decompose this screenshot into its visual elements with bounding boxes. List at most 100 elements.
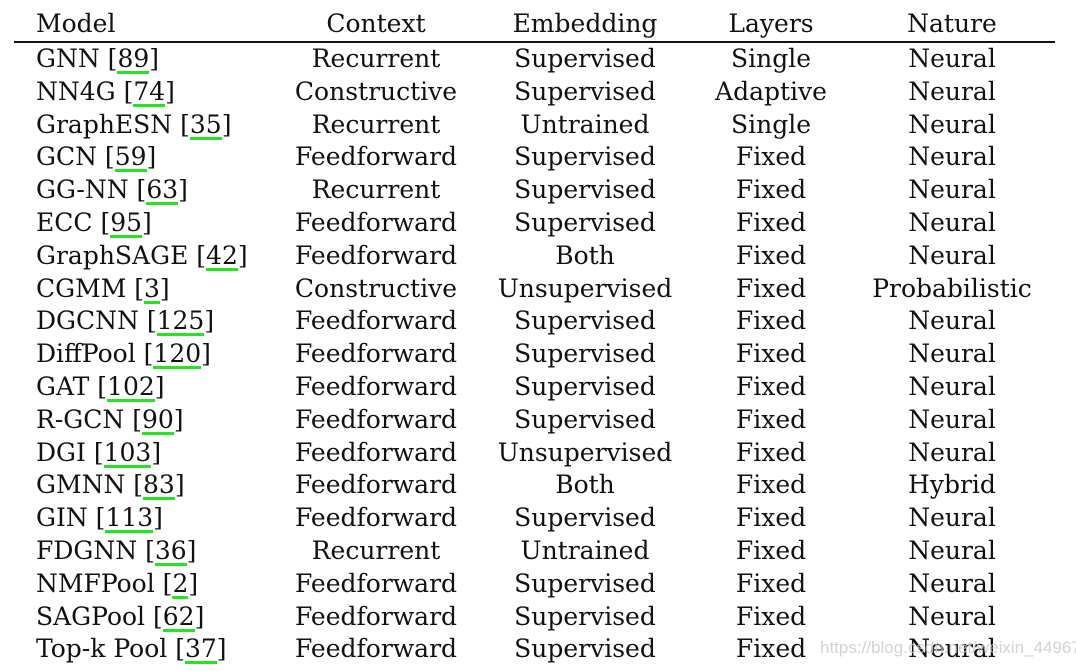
embedding-cell: Supervised	[514, 339, 656, 369]
model-cell: NMFPool [2]	[36, 568, 199, 599]
citation-link[interactable]: 37	[184, 636, 217, 665]
embedding-cell: Untrained	[520, 109, 650, 139]
nature-cell: Neural	[908, 240, 996, 270]
table-row: NMFPool [2] Feedforward Supervised Fixed Neu…	[0, 567, 1076, 600]
context-cell: Feedforward	[294, 634, 458, 664]
context-cell: Feedforward	[294, 503, 458, 533]
citation-link[interactable]: 103	[103, 440, 152, 468]
citation-link[interactable]: 42	[206, 243, 238, 271]
nature-cell: Neural	[908, 437, 996, 467]
embedding-cell: Supervised	[514, 372, 656, 401]
context-cell: Feedforward	[294, 601, 458, 631]
citation-link[interactable]: 2	[172, 571, 189, 599]
layers-cell: Fixed	[735, 437, 807, 467]
table-row: GAT [102] Feedforward Supervised Fixed Neura…	[0, 370, 1076, 403]
context-cell: Feedforward	[294, 240, 458, 270]
header-context: Context	[326, 9, 426, 38]
citation-link[interactable]: 62	[162, 604, 195, 632]
layers-cell: Fixed	[735, 503, 807, 533]
nature-cell: Neural	[908, 601, 996, 631]
model-cell: R-GCN [90]	[36, 404, 184, 435]
nature-cell: Neural	[908, 109, 996, 139]
nature-cell: Neural	[908, 76, 996, 106]
model-cell: GraphESN [35]	[36, 109, 232, 140]
model-cell: GG-NN [63]	[36, 175, 188, 206]
table-row: GraphSAGE [42] Feedforward Both Fixed Neural	[0, 239, 1076, 272]
header-embedding: Embedding	[512, 9, 658, 38]
nature-cell: Neural	[908, 372, 996, 401]
context-cell: Recurrent	[311, 109, 441, 139]
table-row: GMNN [83] Feedforward Both Fixed Hybrid	[0, 468, 1076, 501]
model-name: R-GCN	[36, 404, 125, 434]
model-cell: GAT [102]	[36, 372, 165, 402]
citation-link[interactable]: 120	[153, 341, 202, 370]
layers-cell: Fixed	[735, 404, 807, 434]
model-name: DGCNN	[36, 306, 139, 336]
citation-link[interactable]: 36	[154, 538, 187, 566]
nature-cell: Neural	[908, 175, 996, 205]
context-cell: Recurrent	[311, 536, 441, 565]
citation-link[interactable]: 113	[105, 505, 154, 534]
citation-link[interactable]: 83	[143, 472, 175, 501]
citation-link[interactable]: 89	[117, 46, 150, 74]
layers-cell: Fixed	[735, 568, 807, 598]
table-row: GG-NN [63] Recurrent Supervised Fixed Neural	[0, 173, 1076, 206]
table-row: GraphESN [35] Recurrent Untrained Single Neu…	[0, 108, 1076, 141]
context-cell: Constructive	[294, 76, 458, 106]
model-name: NMFPool	[36, 568, 155, 598]
context-cell: Feedforward	[294, 437, 458, 467]
model-name: CGMM	[36, 273, 127, 303]
embedding-cell: Supervised	[514, 404, 656, 434]
model-cell: FDGNN [36]	[36, 536, 197, 566]
citation-link[interactable]: 125	[156, 308, 205, 337]
citation-link[interactable]: 63	[146, 177, 179, 206]
embedding-cell: Supervised	[514, 568, 656, 598]
embedding-cell: Supervised	[514, 208, 656, 237]
embedding-cell: Supervised	[514, 503, 656, 533]
nature-cell: Neural	[908, 44, 996, 73]
model-name: NN4G	[36, 76, 116, 106]
model-cell: NN4G [74]	[36, 76, 175, 107]
layers-cell: Fixed	[735, 634, 807, 664]
embedding-cell: Supervised	[514, 44, 656, 73]
context-cell: Feedforward	[294, 470, 458, 500]
nature-cell: Neural	[908, 404, 996, 434]
layers-cell: Fixed	[735, 306, 807, 336]
nature-cell: Neural	[908, 208, 996, 237]
embedding-cell: Unsupervised	[497, 437, 673, 467]
table-row: DiffPool [120] Feedforward Supervised Fixed…	[0, 337, 1076, 370]
model-cell: GMNN [83]	[36, 470, 185, 501]
citation-link[interactable]: 59	[114, 144, 147, 173]
layers-cell: Fixed	[735, 208, 807, 237]
citation-link[interactable]: 35	[189, 112, 222, 140]
layers-cell: Fixed	[735, 536, 807, 565]
context-cell: Recurrent	[311, 175, 441, 205]
embedding-cell: Unsupervised	[497, 273, 673, 303]
model-name: GraphESN	[36, 109, 173, 139]
nature-cell: Neural	[908, 536, 996, 565]
table-row: DGI [103] Feedforward Unsupervised Fixed Neu…	[0, 436, 1076, 469]
context-cell: Feedforward	[294, 208, 458, 237]
model-cell: GIN [113]	[36, 503, 163, 534]
context-cell: Recurrent	[311, 44, 441, 73]
header-model: Model	[36, 9, 116, 38]
model-cell: Top-k Pool [37]	[36, 634, 227, 665]
embedding-cell: Both	[555, 470, 615, 500]
embedding-cell: Untrained	[520, 536, 650, 565]
table-header-row: Model Context Embedding Layers Nature	[0, 7, 1076, 40]
citation-link[interactable]: 3	[144, 276, 160, 304]
layers-cell: Fixed	[735, 142, 807, 172]
table-row: DGCNN [125] Feedforward Supervised Fixed Neu…	[0, 304, 1076, 337]
table-row: R-GCN [90] Feedforward Supervised Fixed Neur…	[0, 403, 1076, 436]
model-name: GraphSAGE	[36, 240, 189, 270]
model-name: FDGNN	[36, 536, 138, 565]
citation-link[interactable]: 90	[141, 407, 174, 435]
citation-link[interactable]: 74	[133, 79, 166, 107]
model-cell: DGCNN [125]	[36, 306, 215, 337]
table-row: GCN [59] Feedforward Supervised Fixed Neural	[0, 140, 1076, 173]
model-name: GCN	[36, 142, 97, 172]
model-cell: GCN [59]	[36, 142, 157, 173]
citation-link[interactable]: 95	[110, 210, 143, 238]
citation-link[interactable]: 102	[107, 374, 155, 402]
layers-cell: Fixed	[735, 470, 807, 500]
